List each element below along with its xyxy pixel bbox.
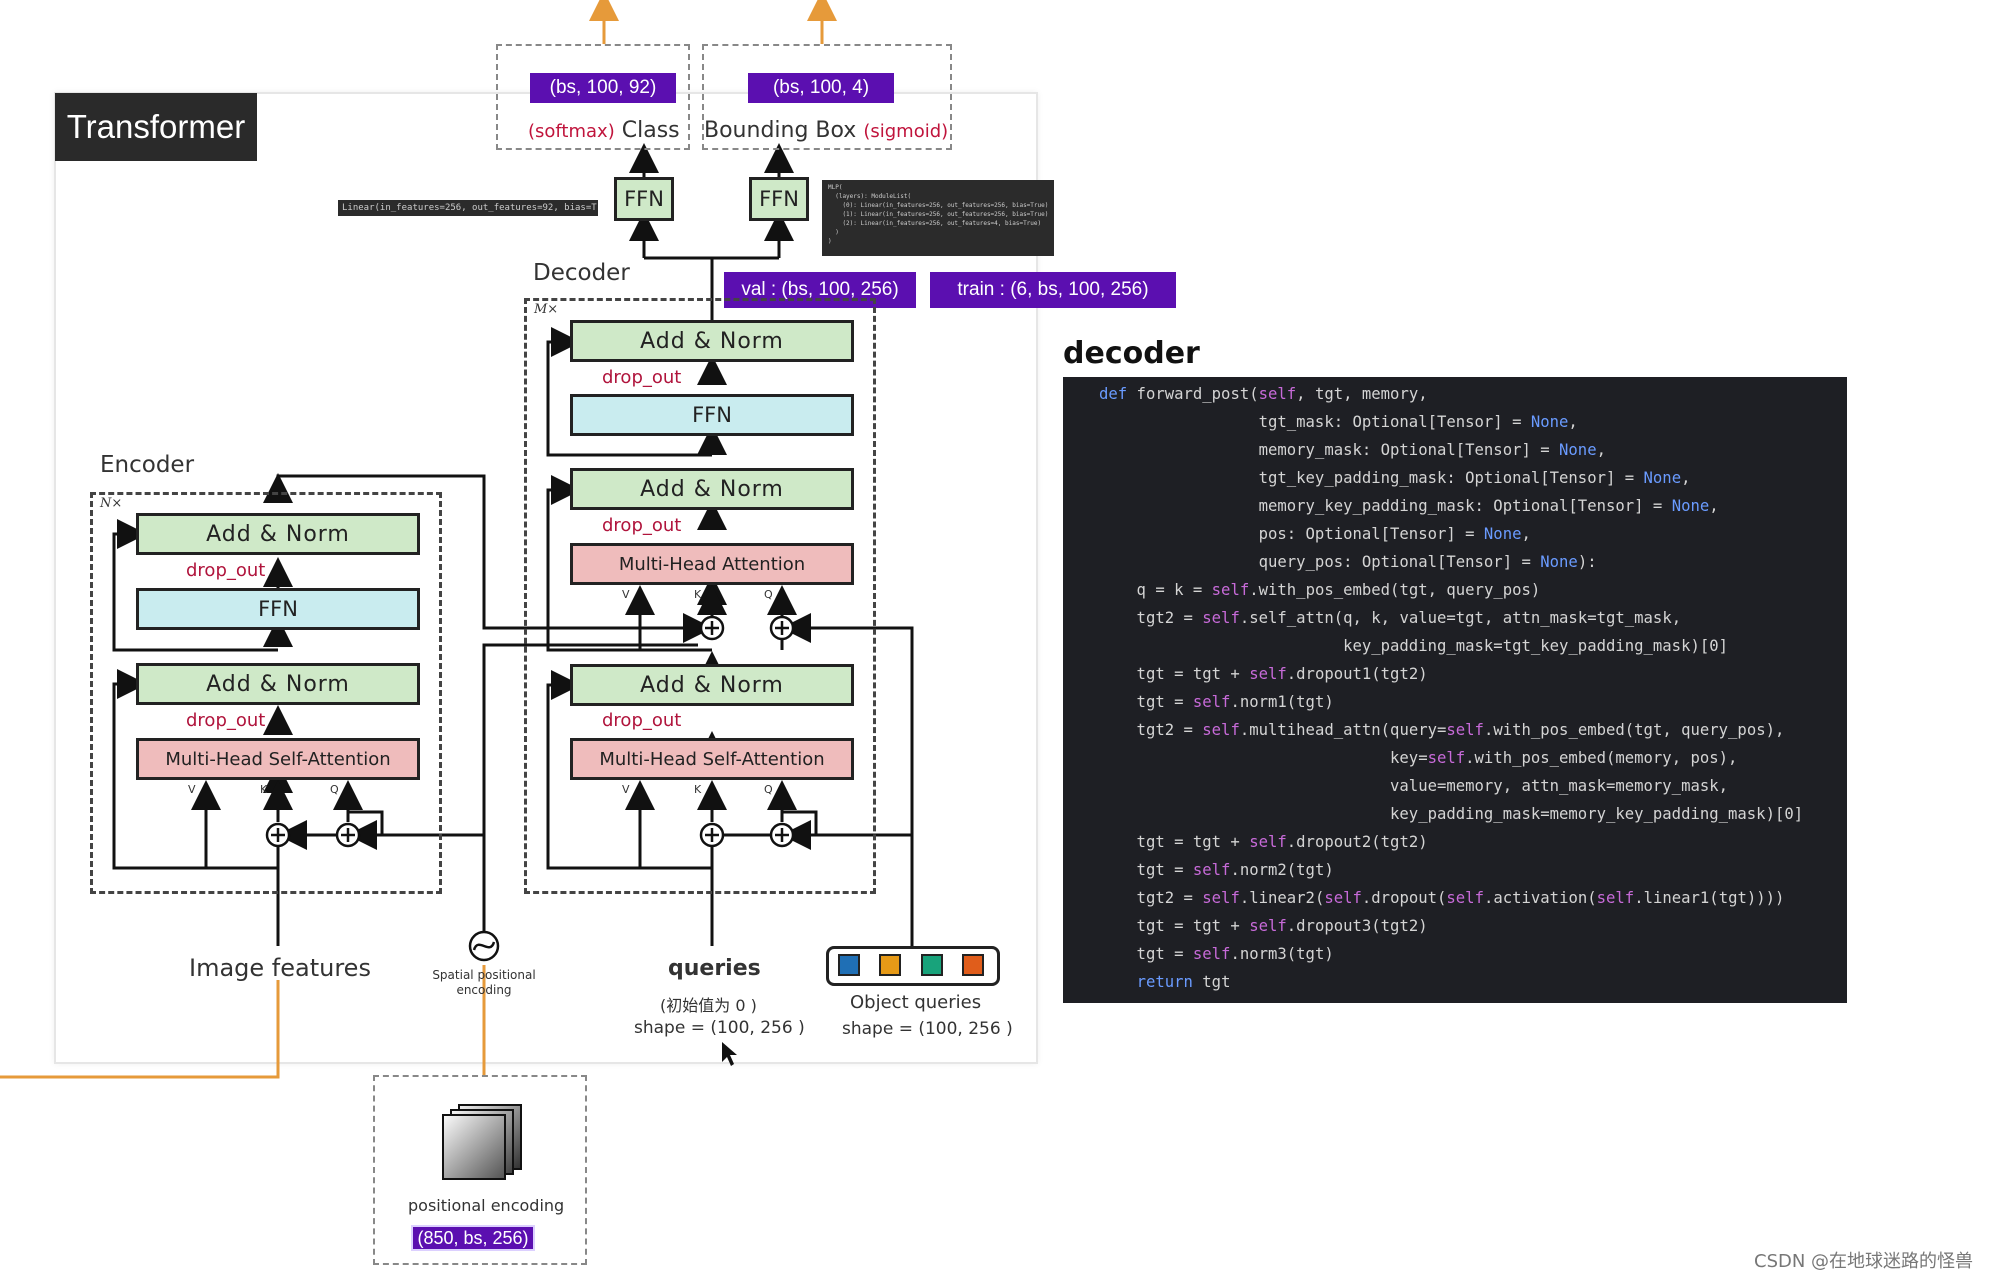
linear-tooltip: Linear(in_features=256, out_features=92,… bbox=[338, 200, 598, 216]
decoder-code-panel: def forward_post(self, tgt, memory, tgt_… bbox=[1063, 377, 1847, 1003]
mlp-tip-line: (0): Linear(in_features=256, out_feature… bbox=[828, 202, 1049, 209]
decoder-cross-v: V bbox=[622, 588, 630, 601]
bbox-output-label: Bounding Box (sigmoid) bbox=[704, 118, 948, 143]
encoder-ffn: FFN bbox=[136, 588, 420, 630]
mlp-tip-line: ) bbox=[828, 238, 832, 245]
decoder-dropout-2: drop_out bbox=[602, 515, 682, 536]
decoder-self-attention: Multi-Head Self-Attention bbox=[570, 738, 854, 780]
decoder-ffn: FFN bbox=[570, 394, 854, 436]
decoder-self-v: V bbox=[622, 783, 630, 796]
code-line: memory_mask: Optional[Tensor] = None, bbox=[1099, 441, 1606, 459]
positional-encoding-icon bbox=[442, 1104, 522, 1180]
encoder-self-k: K bbox=[260, 783, 268, 796]
object-queries-shape-label: shape = (100, 256 ) bbox=[842, 1019, 1013, 1039]
object-query-2 bbox=[879, 954, 901, 976]
code-line: tgt_key_padding_mask: Optional[Tensor] =… bbox=[1099, 469, 1691, 487]
encoder-dropout-2: drop_out bbox=[186, 560, 266, 581]
csdn-watermark: CSDN @在地球迷路的怪兽 bbox=[1754, 1251, 1974, 1272]
code-line: key_padding_mask=tgt_key_padding_mask)[0… bbox=[1099, 637, 1729, 655]
decoder-cross-k: K bbox=[694, 588, 702, 601]
class-shape-label: (bs, 100, 92) bbox=[530, 73, 676, 103]
code-line: tgt2 = self.self_attn(q, k, value=tgt, a… bbox=[1099, 609, 1682, 627]
encoder-add-norm-1: Add & Norm bbox=[136, 663, 420, 705]
code-line: key_padding_mask=memory_key_padding_mask… bbox=[1099, 805, 1804, 823]
code-line: tgt = self.norm2(tgt) bbox=[1099, 861, 1334, 879]
image-features-label: Image features bbox=[189, 954, 371, 982]
object-query-3 bbox=[921, 954, 943, 976]
mlp-tip-line: (2): Linear(in_features=256, out_feature… bbox=[828, 220, 1042, 227]
sigmoid-label: (sigmoid) bbox=[863, 121, 949, 142]
code-line: key=self.with_pos_embed(memory, pos), bbox=[1099, 749, 1738, 767]
decoder-cross-q: Q bbox=[764, 588, 773, 601]
bbox-shape-label: (bs, 100, 4) bbox=[748, 73, 894, 103]
code-line: tgt = tgt + self.dropout1(tgt2) bbox=[1099, 665, 1428, 683]
mlp-tip-line: ) bbox=[828, 229, 839, 236]
mlp-tip-line: MLP( bbox=[828, 184, 843, 191]
class-output-label: (softmax) Class bbox=[528, 118, 680, 143]
object-queries-label: Object queries bbox=[850, 992, 982, 1013]
softmax-label: (softmax) bbox=[528, 121, 615, 142]
encoder-self-attention: Multi-Head Self-Attention bbox=[136, 738, 420, 780]
bounding-box-label: Bounding Box bbox=[704, 118, 857, 143]
decoder-train-shape: train : (6, bs, 100, 256) bbox=[930, 272, 1176, 308]
decoder-add-norm-2: Add & Norm bbox=[570, 468, 854, 510]
decoder-repeat: M× bbox=[534, 302, 559, 317]
decoder-dropout-3: drop_out bbox=[602, 367, 682, 388]
decoder-dropout-1: drop_out bbox=[602, 710, 682, 731]
code-line: pos: Optional[Tensor] = None, bbox=[1099, 525, 1531, 543]
object-query-1 bbox=[838, 954, 860, 976]
decoder-cross-attention: Multi-Head Attention bbox=[570, 543, 854, 585]
positional-encoding-label: positional encoding bbox=[408, 1196, 565, 1215]
code-title: decoder bbox=[1063, 336, 1200, 371]
code-line: q = k = self.with_pos_embed(tgt, query_p… bbox=[1099, 581, 1541, 599]
positional-encoding-shape: (850, bs, 256) bbox=[411, 1225, 535, 1251]
encoder-add-norm-2: Add & Norm bbox=[136, 513, 420, 555]
mlp-tip-line: (layers): ModuleList( bbox=[828, 193, 912, 200]
code-line: value=memory, attn_mask=memory_mask, bbox=[1099, 777, 1729, 795]
mlp-tooltip: MLP( (layers): ModuleList( (0): Linear(i… bbox=[822, 180, 1054, 256]
code-line: query_pos: Optional[Tensor] = None): bbox=[1099, 553, 1597, 571]
bbox-ffn: FFN bbox=[749, 177, 809, 221]
decoder-self-k: K bbox=[694, 783, 702, 796]
queries-title: queries bbox=[668, 956, 761, 981]
mlp-tip-line: (1): Linear(in_features=256, out_feature… bbox=[828, 211, 1049, 218]
encoder-self-q: Q bbox=[330, 783, 339, 796]
decoder-add-norm-1: Add & Norm bbox=[570, 664, 854, 706]
code-line: return tgt bbox=[1136, 973, 1231, 991]
encoder-self-v: V bbox=[188, 783, 196, 796]
code-line: def forward_post(self, tgt, memory, bbox=[1099, 385, 1428, 403]
code-line: tgt2 = self.multihead_attn(query=self.wi… bbox=[1099, 721, 1785, 739]
queries-shape-label: shape = (100, 256 ) bbox=[634, 1018, 805, 1038]
code-line: tgt_mask: Optional[Tensor] = None, bbox=[1099, 413, 1578, 431]
object-query-4 bbox=[962, 954, 984, 976]
code-line: tgt = tgt + self.dropout3(tgt2) bbox=[1099, 917, 1428, 935]
code-line: tgt = self.norm3(tgt) bbox=[1099, 945, 1334, 963]
decoder-title: Decoder bbox=[533, 260, 630, 286]
code-line: memory_key_padding_mask: Optional[Tensor… bbox=[1099, 497, 1719, 515]
encoder-repeat: N× bbox=[100, 496, 123, 511]
decoder-add-norm-3: Add & Norm bbox=[570, 320, 854, 362]
encoder-title: Encoder bbox=[100, 452, 195, 478]
encoder-dropout-1: drop_out bbox=[186, 710, 266, 731]
code-line: tgt = tgt + self.dropout2(tgt2) bbox=[1099, 833, 1428, 851]
code-line: tgt2 = self.linear2(self.dropout(self.ac… bbox=[1099, 889, 1785, 907]
spatial-positional-encoding-label: Spatial positional encoding bbox=[432, 968, 536, 997]
decoder-self-q: Q bbox=[764, 783, 773, 796]
queries-init-label: (初始值为 0 ) bbox=[660, 996, 757, 1015]
class-ffn: FFN bbox=[614, 177, 674, 221]
class-label: Class bbox=[621, 118, 680, 143]
code-line: tgt = self.norm1(tgt) bbox=[1099, 693, 1334, 711]
